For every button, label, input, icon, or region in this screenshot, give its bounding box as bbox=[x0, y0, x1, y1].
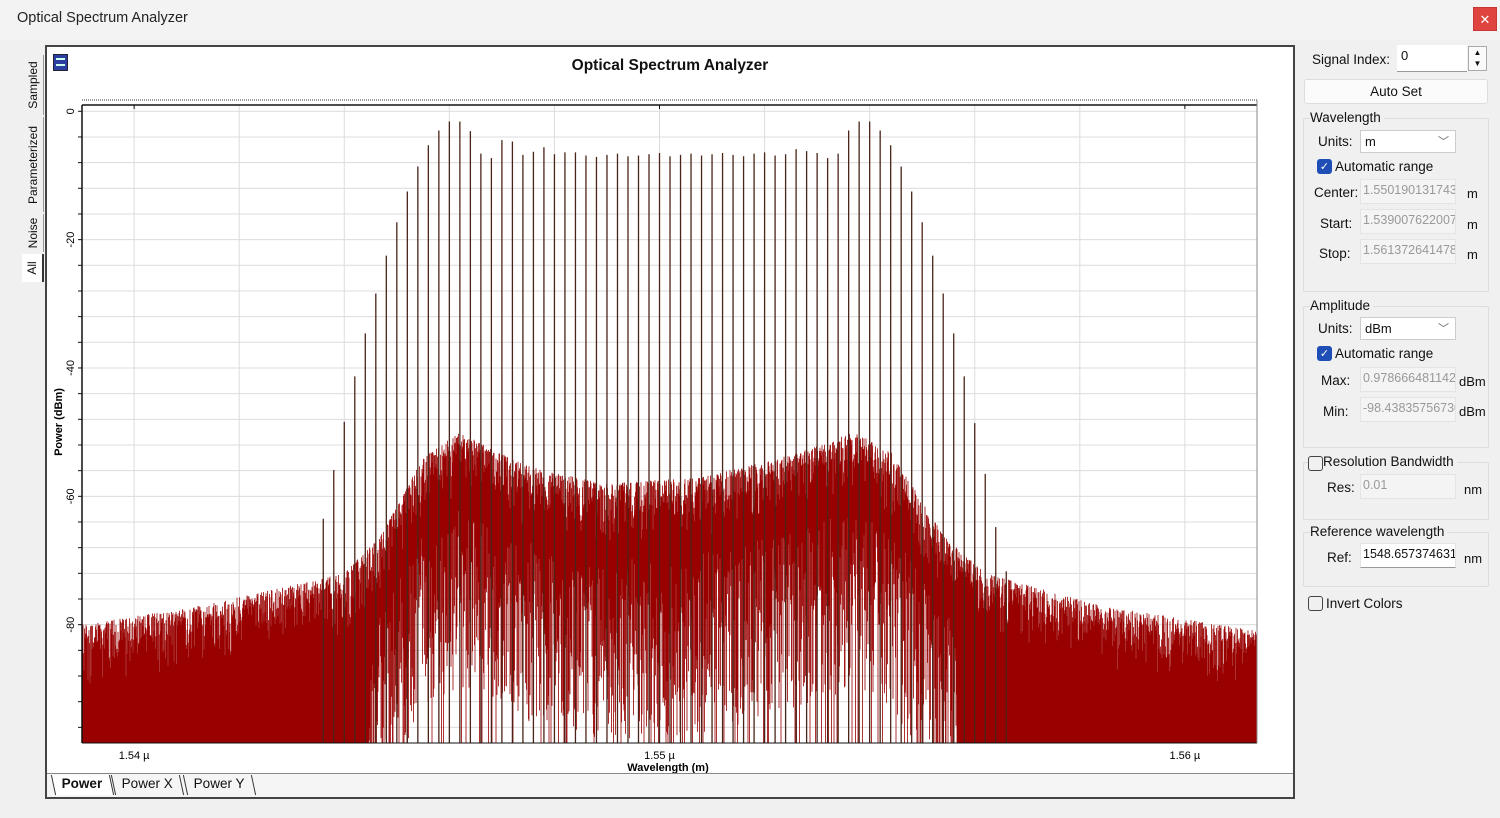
min-unit: dBm bbox=[1459, 404, 1486, 419]
tab-label: Parameterized bbox=[25, 125, 40, 204]
window-title: Optical Spectrum Analyzer bbox=[17, 10, 188, 26]
res-field[interactable]: 0.01 bbox=[1360, 474, 1456, 499]
spectrum-chart[interactable]: 1.54 µ 1.55 µ 1.56 µ 0 -20 -40 -60 -80 Wavelengt… bbox=[47, 47, 1293, 773]
resolution-checkbox[interactable] bbox=[1308, 456, 1323, 471]
amplitude-units-label: Units: bbox=[1318, 321, 1353, 336]
x-tick-label: 1.55 µ bbox=[644, 750, 675, 762]
min-field[interactable]: -98.43835756730 bbox=[1360, 397, 1456, 422]
tab-sampled[interactable]: Sampled bbox=[22, 55, 44, 115]
y-axis-label: Power (dBm) bbox=[53, 388, 65, 456]
selected-value: m bbox=[1365, 134, 1376, 149]
y-tick-label: -80 bbox=[65, 617, 77, 633]
wavelength-auto-range-label: Automatic range bbox=[1335, 159, 1434, 174]
amplitude-auto-range-checkbox[interactable]: ✓ bbox=[1317, 346, 1332, 361]
min-label: Min: bbox=[1323, 404, 1349, 419]
auto-set-button[interactable]: Auto Set bbox=[1304, 79, 1488, 104]
tab-power-x[interactable]: Power X bbox=[110, 775, 185, 795]
x-axis-label: Wavelength (m) bbox=[627, 762, 709, 773]
selected-value: dBm bbox=[1365, 321, 1392, 336]
tab-label: Power X bbox=[121, 776, 173, 791]
bottom-tabs: Power Power X Power Y bbox=[47, 773, 1293, 797]
tab-power-y[interactable]: Power Y bbox=[182, 775, 256, 795]
wavelength-units-label: Units: bbox=[1318, 134, 1353, 149]
signal-index-spinner[interactable]: ▲ ▼ bbox=[1468, 46, 1487, 71]
res-label: Res: bbox=[1327, 480, 1355, 495]
signal-index-input[interactable]: 0 bbox=[1397, 45, 1467, 72]
tab-all[interactable]: All bbox=[22, 254, 44, 282]
chevron-down-icon: ﹀ bbox=[1438, 136, 1449, 148]
ref-field[interactable]: 1548.657374631 bbox=[1360, 543, 1456, 568]
max-field[interactable]: 0.978666481142 bbox=[1360, 367, 1456, 392]
signal-index-label: Signal Index: bbox=[1312, 52, 1391, 67]
center-label: Center: bbox=[1314, 185, 1359, 200]
tab-label: All bbox=[25, 261, 39, 275]
max-label: Max: bbox=[1321, 373, 1351, 388]
invert-colors-label: Invert Colors bbox=[1326, 596, 1403, 611]
y-tick-label: -60 bbox=[65, 488, 77, 504]
resolution-group-title: Resolution Bandwidth bbox=[1323, 454, 1457, 469]
tab-parameterized[interactable]: Parameterized bbox=[22, 117, 44, 212]
y-tick-label: -20 bbox=[65, 232, 77, 248]
side-tabs: Sampled Parameterized Noise All bbox=[20, 55, 46, 285]
start-field[interactable]: 1.539007622007 bbox=[1360, 209, 1456, 234]
x-tick-label: 1.54 µ bbox=[119, 750, 150, 762]
ref-unit: nm bbox=[1464, 551, 1483, 566]
max-unit: dBm bbox=[1459, 374, 1486, 389]
spin-down-icon[interactable]: ▼ bbox=[1469, 58, 1486, 69]
tab-power[interactable]: Power bbox=[50, 775, 114, 795]
tab-label: Power bbox=[61, 776, 103, 791]
x-tick-label: 1.56 µ bbox=[1169, 750, 1200, 762]
amplitude-units-select[interactable]: dBm ﹀ bbox=[1360, 317, 1456, 340]
wavelength-units-select[interactable]: m ﹀ bbox=[1360, 130, 1456, 153]
center-unit: m bbox=[1467, 186, 1478, 201]
spin-up-icon[interactable]: ▲ bbox=[1469, 47, 1486, 58]
y-tick-label: 0 bbox=[65, 108, 77, 114]
tab-label: Noise bbox=[25, 217, 40, 249]
amplitude-auto-range-label: Automatic range bbox=[1335, 346, 1434, 361]
start-label: Start: bbox=[1320, 216, 1353, 231]
title-bar: Optical Spectrum Analyzer ✕ bbox=[0, 0, 1500, 40]
reference-group-title: Reference wavelength bbox=[1310, 524, 1448, 539]
res-unit: nm bbox=[1464, 482, 1483, 497]
tab-label: Power Y bbox=[193, 776, 245, 791]
amplitude-group-title: Amplitude bbox=[1310, 298, 1374, 313]
chevron-down-icon: ﹀ bbox=[1438, 323, 1449, 335]
invert-colors-checkbox[interactable] bbox=[1308, 596, 1323, 611]
stop-label: Stop: bbox=[1319, 246, 1351, 261]
close-icon[interactable]: ✕ bbox=[1473, 7, 1497, 31]
wavelength-group-title: Wavelength bbox=[1310, 110, 1384, 125]
center-field[interactable]: 1.550190131743 bbox=[1360, 179, 1456, 204]
stop-field[interactable]: 1.561372641478 bbox=[1360, 239, 1456, 264]
stop-unit: m bbox=[1467, 247, 1478, 262]
tab-noise[interactable]: Noise bbox=[22, 214, 44, 252]
ref-label: Ref: bbox=[1327, 550, 1352, 565]
start-unit: m bbox=[1467, 217, 1478, 232]
wavelength-auto-range-checkbox[interactable]: ✓ bbox=[1317, 159, 1332, 174]
tab-label: Sampled bbox=[25, 61, 40, 109]
chart-panel: Optical Spectrum Analyzer 1.54 µ 1.55 µ 1.… bbox=[45, 45, 1295, 799]
y-tick-label: -40 bbox=[65, 360, 77, 376]
